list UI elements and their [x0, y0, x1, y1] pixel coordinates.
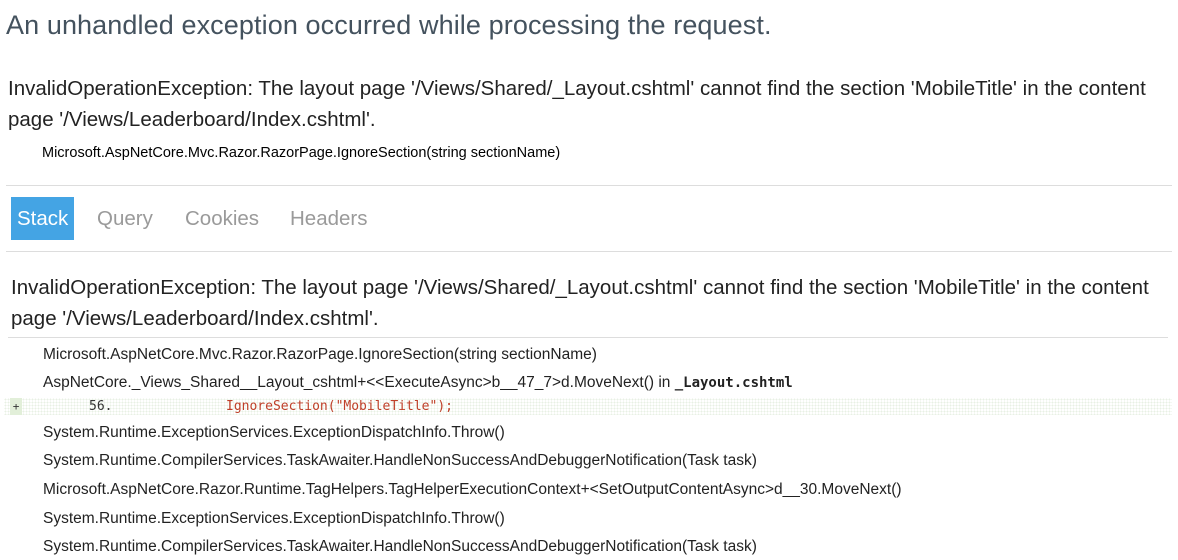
- frame-file: _Layout.cshtml: [674, 375, 793, 391]
- tab-cookies[interactable]: Cookies: [185, 197, 259, 240]
- frame-method: Microsoft.AspNetCore.Razor.Runtime.TagHe…: [43, 481, 902, 498]
- stack-frame[interactable]: System.Runtime.ExceptionServices.Excepti…: [43, 424, 505, 442]
- frame-method: System.Runtime.CompilerServices.TaskAwai…: [43, 538, 757, 555]
- frame-method: System.Runtime.ExceptionServices.Excepti…: [43, 510, 505, 527]
- stack-exception-heading: InvalidOperationException: The layout pa…: [11, 276, 1149, 330]
- stack-frame[interactable]: AspNetCore._Views_Shared__Layout_cshtml+…: [43, 374, 793, 392]
- stack-frame[interactable]: Microsoft.AspNetCore.Mvc.Razor.RazorPage…: [43, 346, 597, 364]
- frame-method: System.Runtime.ExceptionServices.Excepti…: [43, 424, 505, 441]
- tab-stack[interactable]: Stack: [11, 197, 75, 240]
- stack-frame[interactable]: System.Runtime.CompilerServices.TaskAwai…: [43, 452, 757, 470]
- expand-source-toggle[interactable]: +: [10, 398, 22, 415]
- source-code-line: IgnoreSection("MobileTitle");: [226, 399, 453, 414]
- frame-method: System.Runtime.CompilerServices.TaskAwai…: [43, 452, 757, 469]
- source-line-number: 56.: [89, 399, 113, 414]
- frame-method: Microsoft.AspNetCore.Mvc.Razor.RazorPage…: [43, 346, 597, 363]
- stack-frame[interactable]: Microsoft.AspNetCore.Razor.Runtime.TagHe…: [43, 481, 902, 499]
- frame-method: AspNetCore._Views_Shared__Layout_cshtml+…: [43, 374, 675, 391]
- exception-message: InvalidOperationException: The layout pa…: [8, 77, 1146, 131]
- stack-frame[interactable]: System.Runtime.CompilerServices.TaskAwai…: [43, 538, 757, 556]
- page-title: An unhandled exception occurred while pr…: [6, 10, 772, 40]
- exception-location: Microsoft.AspNetCore.Mvc.Razor.RazorPage…: [42, 145, 561, 161]
- tab-query[interactable]: Query: [97, 197, 153, 240]
- error-page: An unhandled exception occurred while pr…: [0, 0, 1178, 560]
- tab-headers[interactable]: Headers: [290, 197, 368, 240]
- divider: [6, 185, 1172, 186]
- divider: [8, 337, 1168, 338]
- divider: [6, 251, 1172, 252]
- stack-frame[interactable]: System.Runtime.ExceptionServices.Excepti…: [43, 510, 505, 528]
- source-code-row: + 56. IgnoreSection("MobileTitle");: [4, 398, 1172, 415]
